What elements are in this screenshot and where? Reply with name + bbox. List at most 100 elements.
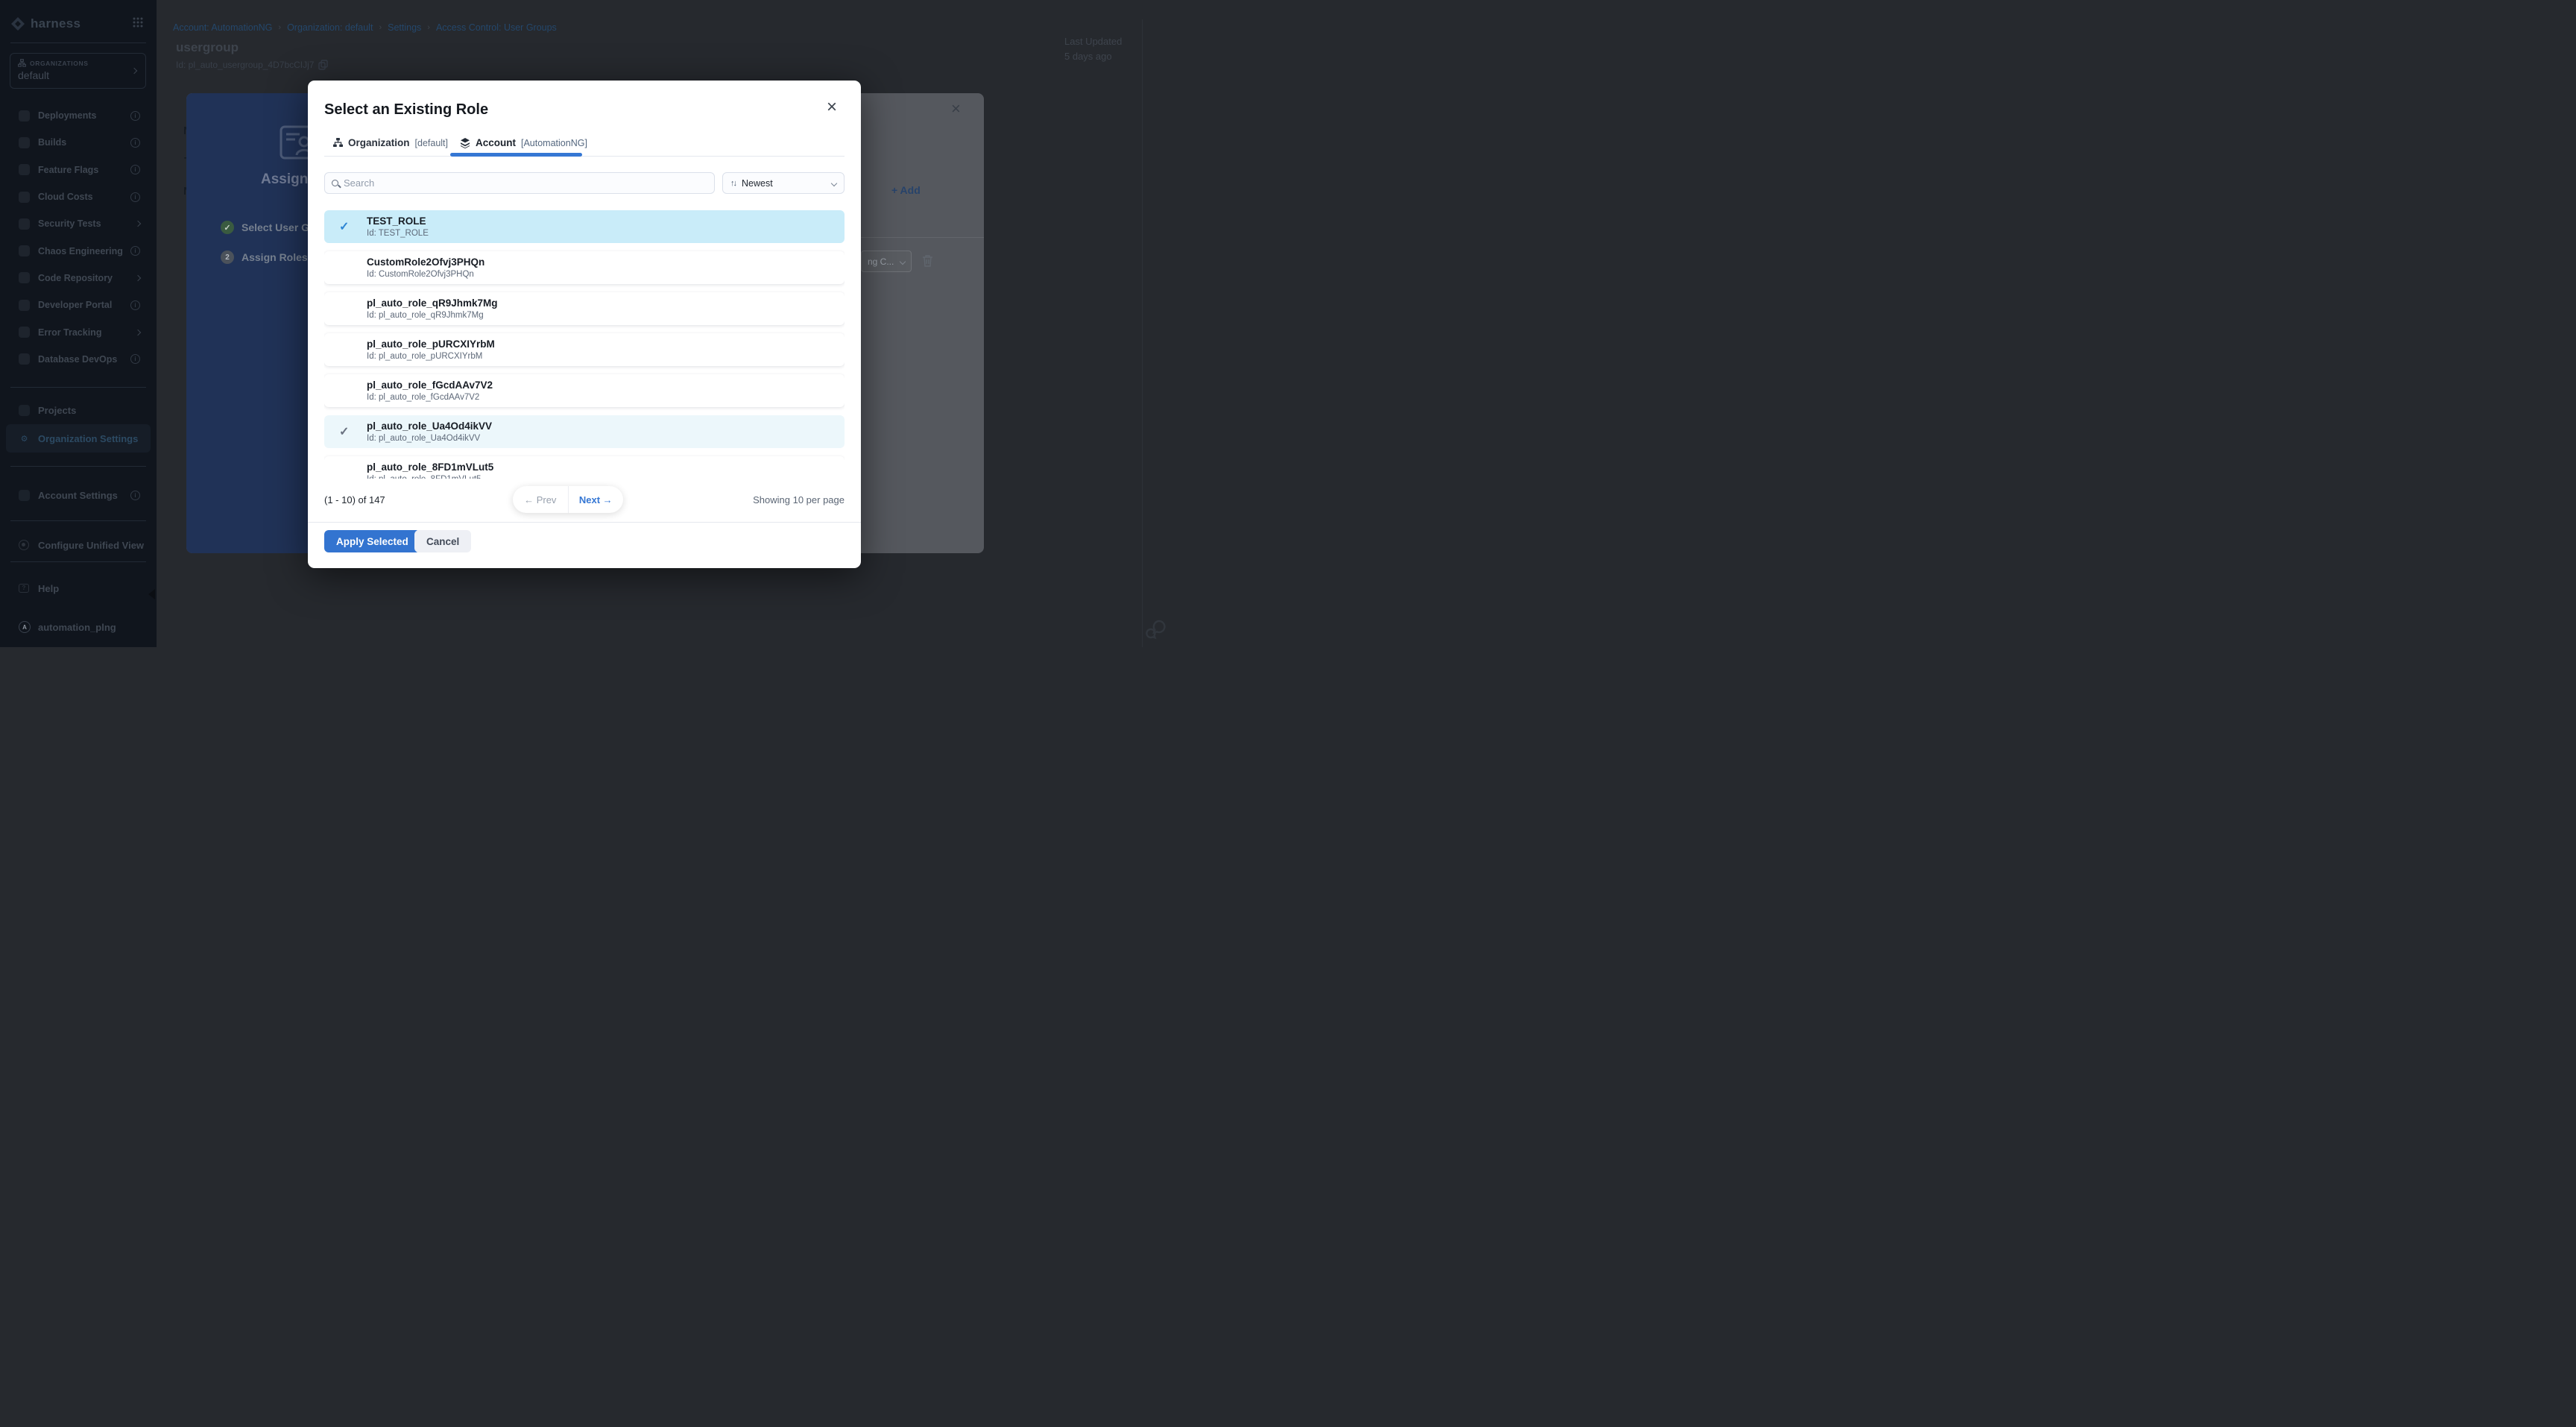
breadcrumb-separator: › bbox=[379, 23, 382, 32]
breadcrumb-link[interactable]: Organization: default bbox=[287, 22, 373, 33]
sidebar-divider bbox=[10, 387, 146, 388]
module-icon bbox=[19, 300, 30, 311]
role-list-item[interactable]: CustomRole2Ofvj3PHQnId: CustomRole2Ofvj3… bbox=[324, 251, 845, 284]
resource-group-select[interactable]: ng C... bbox=[861, 251, 912, 272]
prev-page-button[interactable]: ← Prev bbox=[513, 494, 568, 505]
role-name: pl_auto_role_8FD1mVLut5 bbox=[367, 462, 493, 473]
org-selector-value: default bbox=[18, 69, 138, 81]
role-list-item[interactable]: ✓TEST_ROLEId: TEST_ROLE bbox=[324, 210, 845, 243]
user-name: automation_plng bbox=[38, 622, 116, 633]
search-box bbox=[324, 172, 715, 194]
sidebar-item-cloud-costs[interactable]: Cloud Costs i bbox=[0, 183, 157, 210]
chevron-right-icon[interactable] bbox=[135, 329, 141, 335]
sidebar-item-feature-flags[interactable]: Feature Flags i bbox=[0, 157, 157, 183]
tab-badge: [default] bbox=[415, 138, 448, 148]
sidebar-collapse-handle[interactable] bbox=[148, 589, 155, 599]
role-list-item[interactable]: pl_auto_role_fGcdAAv7V2Id: pl_auto_role_… bbox=[324, 374, 845, 407]
sidebar-item-projects[interactable]: Projects bbox=[0, 396, 157, 424]
org-chart-icon bbox=[18, 59, 26, 67]
close-icon[interactable]: × bbox=[827, 98, 837, 116]
projects-icon bbox=[19, 405, 30, 416]
breadcrumb-link[interactable]: Access Control: User Groups bbox=[436, 22, 557, 33]
harness-logo[interactable]: harness bbox=[10, 13, 146, 34]
info-icon[interactable]: i bbox=[130, 300, 140, 310]
pagination-range: (1 - 10) of 147 bbox=[324, 494, 385, 505]
info-icon[interactable]: i bbox=[130, 111, 140, 121]
chat-bubbles-icon[interactable] bbox=[1145, 619, 1167, 641]
trash-icon[interactable] bbox=[922, 254, 933, 267]
apply-selected-button[interactable]: Apply Selected bbox=[324, 530, 420, 552]
sidebar-item-error-tracking[interactable]: Error Tracking bbox=[0, 318, 157, 345]
sidebar-item-label: Feature Flags bbox=[38, 165, 98, 175]
cancel-button[interactable]: Cancel bbox=[414, 530, 471, 552]
gear-icon: ⚙ bbox=[19, 433, 30, 444]
info-icon[interactable]: i bbox=[130, 354, 140, 364]
info-icon[interactable]: i bbox=[130, 165, 140, 174]
info-icon[interactable]: i bbox=[130, 491, 140, 500]
breadcrumb-link[interactable]: Settings bbox=[388, 22, 421, 33]
module-icon bbox=[19, 353, 30, 365]
module-icon bbox=[19, 137, 30, 148]
modal-title: Select an Existing Role bbox=[324, 101, 488, 119]
wrench-icon bbox=[19, 540, 29, 550]
info-icon[interactable]: i bbox=[130, 138, 140, 148]
sidebar-item-label: Chaos Engineering bbox=[38, 246, 123, 256]
copy-icon[interactable] bbox=[318, 60, 328, 70]
content-right-divider bbox=[1142, 19, 1143, 647]
sidebar-item-organization-settings[interactable]: ⚙ Organization Settings bbox=[6, 424, 151, 453]
role-id: Id: CustomRole2Ofvj3PHQn bbox=[367, 269, 484, 280]
role-list-item[interactable]: pl_auto_role_qR9Jhmk7MgId: pl_auto_role_… bbox=[324, 292, 845, 325]
per-page-label: Showing 10 per page bbox=[622, 494, 845, 505]
sidebar-item-chaos-engineering[interactable]: Chaos Engineering i bbox=[0, 237, 157, 264]
chevron-right-icon[interactable] bbox=[135, 275, 141, 281]
role-id: Id: pl_auto_role_Ua4Od4ikVV bbox=[367, 433, 492, 444]
role-name: pl_auto_role_Ua4Od4ikVV bbox=[367, 420, 492, 432]
waffle-menu-icon[interactable] bbox=[133, 17, 143, 28]
role-list: ✓TEST_ROLEId: TEST_ROLE CustomRole2Ofvj3P… bbox=[324, 210, 845, 479]
sidebar-item-database-devops[interactable]: Database DevOpsi bbox=[0, 346, 157, 373]
sidebar-item-configure-unified-view[interactable]: Configure Unified View bbox=[0, 531, 157, 559]
chevron-down-icon bbox=[900, 258, 906, 264]
breadcrumb-separator: › bbox=[427, 23, 430, 32]
sidebar-item-help[interactable]: ? Help bbox=[0, 574, 157, 602]
sidebar-item-security-tests[interactable]: Security Tests bbox=[0, 210, 157, 237]
chevron-right-icon[interactable] bbox=[135, 221, 141, 227]
sidebar-item-builds[interactable]: Buildsi bbox=[0, 129, 157, 156]
user-menu[interactable]: A automation_plng bbox=[0, 613, 157, 641]
sidebar-item-account-settings[interactable]: Account Settings i bbox=[0, 481, 157, 509]
role-list-item[interactable]: pl_auto_role_pURCXIYrbMId: pl_auto_role_… bbox=[324, 333, 845, 366]
add-button[interactable]: + Add bbox=[891, 184, 921, 196]
app-root: harness ORGANIZATIONS bbox=[0, 0, 1169, 647]
breadcrumb-link[interactable]: Account: AutomationNG bbox=[173, 22, 272, 33]
sidebar-item-deployments[interactable]: Deploymentsi bbox=[0, 102, 157, 129]
sidebar-item-label: Organization Settings bbox=[38, 433, 138, 444]
close-icon[interactable]: × bbox=[951, 99, 961, 119]
sort-arrows-icon: ↑↓ bbox=[730, 179, 736, 188]
tab-account[interactable]: Account [AutomationNG] bbox=[460, 137, 587, 148]
info-icon[interactable]: i bbox=[130, 192, 140, 202]
role-name: pl_auto_role_pURCXIYrbM bbox=[367, 338, 495, 350]
sidebar-item-label: Account Settings bbox=[38, 490, 118, 501]
tab-organization[interactable]: Organization [default] bbox=[333, 137, 448, 148]
help-chat-icon: ? bbox=[19, 584, 29, 593]
sidebar-module-list: DeploymentsiBuildsiFeature FlagsiCloud C… bbox=[0, 102, 157, 373]
sort-dropdown[interactable]: ↑↓ Newest bbox=[722, 172, 845, 194]
select-value: ng C... bbox=[868, 256, 900, 267]
logo-text: harness bbox=[31, 16, 80, 31]
sidebar-item-label: Cloud Costs bbox=[38, 192, 93, 202]
breadcrumb-separator: › bbox=[278, 23, 281, 32]
role-list-item[interactable]: ✓pl_auto_role_Ua4Od4ikVVId: pl_auto_role… bbox=[324, 415, 845, 448]
sort-value: Newest bbox=[742, 178, 826, 189]
harness-diamond-icon bbox=[10, 16, 25, 31]
info-icon[interactable]: i bbox=[130, 246, 140, 256]
org-selector[interactable]: ORGANIZATIONS default bbox=[10, 53, 146, 89]
search-input[interactable] bbox=[344, 177, 707, 189]
role-list-item[interactable]: pl_auto_role_8FD1mVLut5Id: pl_auto_role_… bbox=[324, 456, 845, 479]
next-page-button[interactable]: Next → bbox=[569, 494, 624, 505]
module-icon bbox=[19, 272, 30, 283]
sidebar-item-developer-portal[interactable]: Developer Portali bbox=[0, 292, 157, 318]
sidebar-item-code-repository[interactable]: Code Repository bbox=[0, 265, 157, 292]
sidebar-item-label: Projects bbox=[38, 405, 76, 416]
role-id: Id: pl_auto_role_fGcdAAv7V2 bbox=[367, 392, 493, 403]
tab-label: Organization bbox=[348, 137, 410, 148]
